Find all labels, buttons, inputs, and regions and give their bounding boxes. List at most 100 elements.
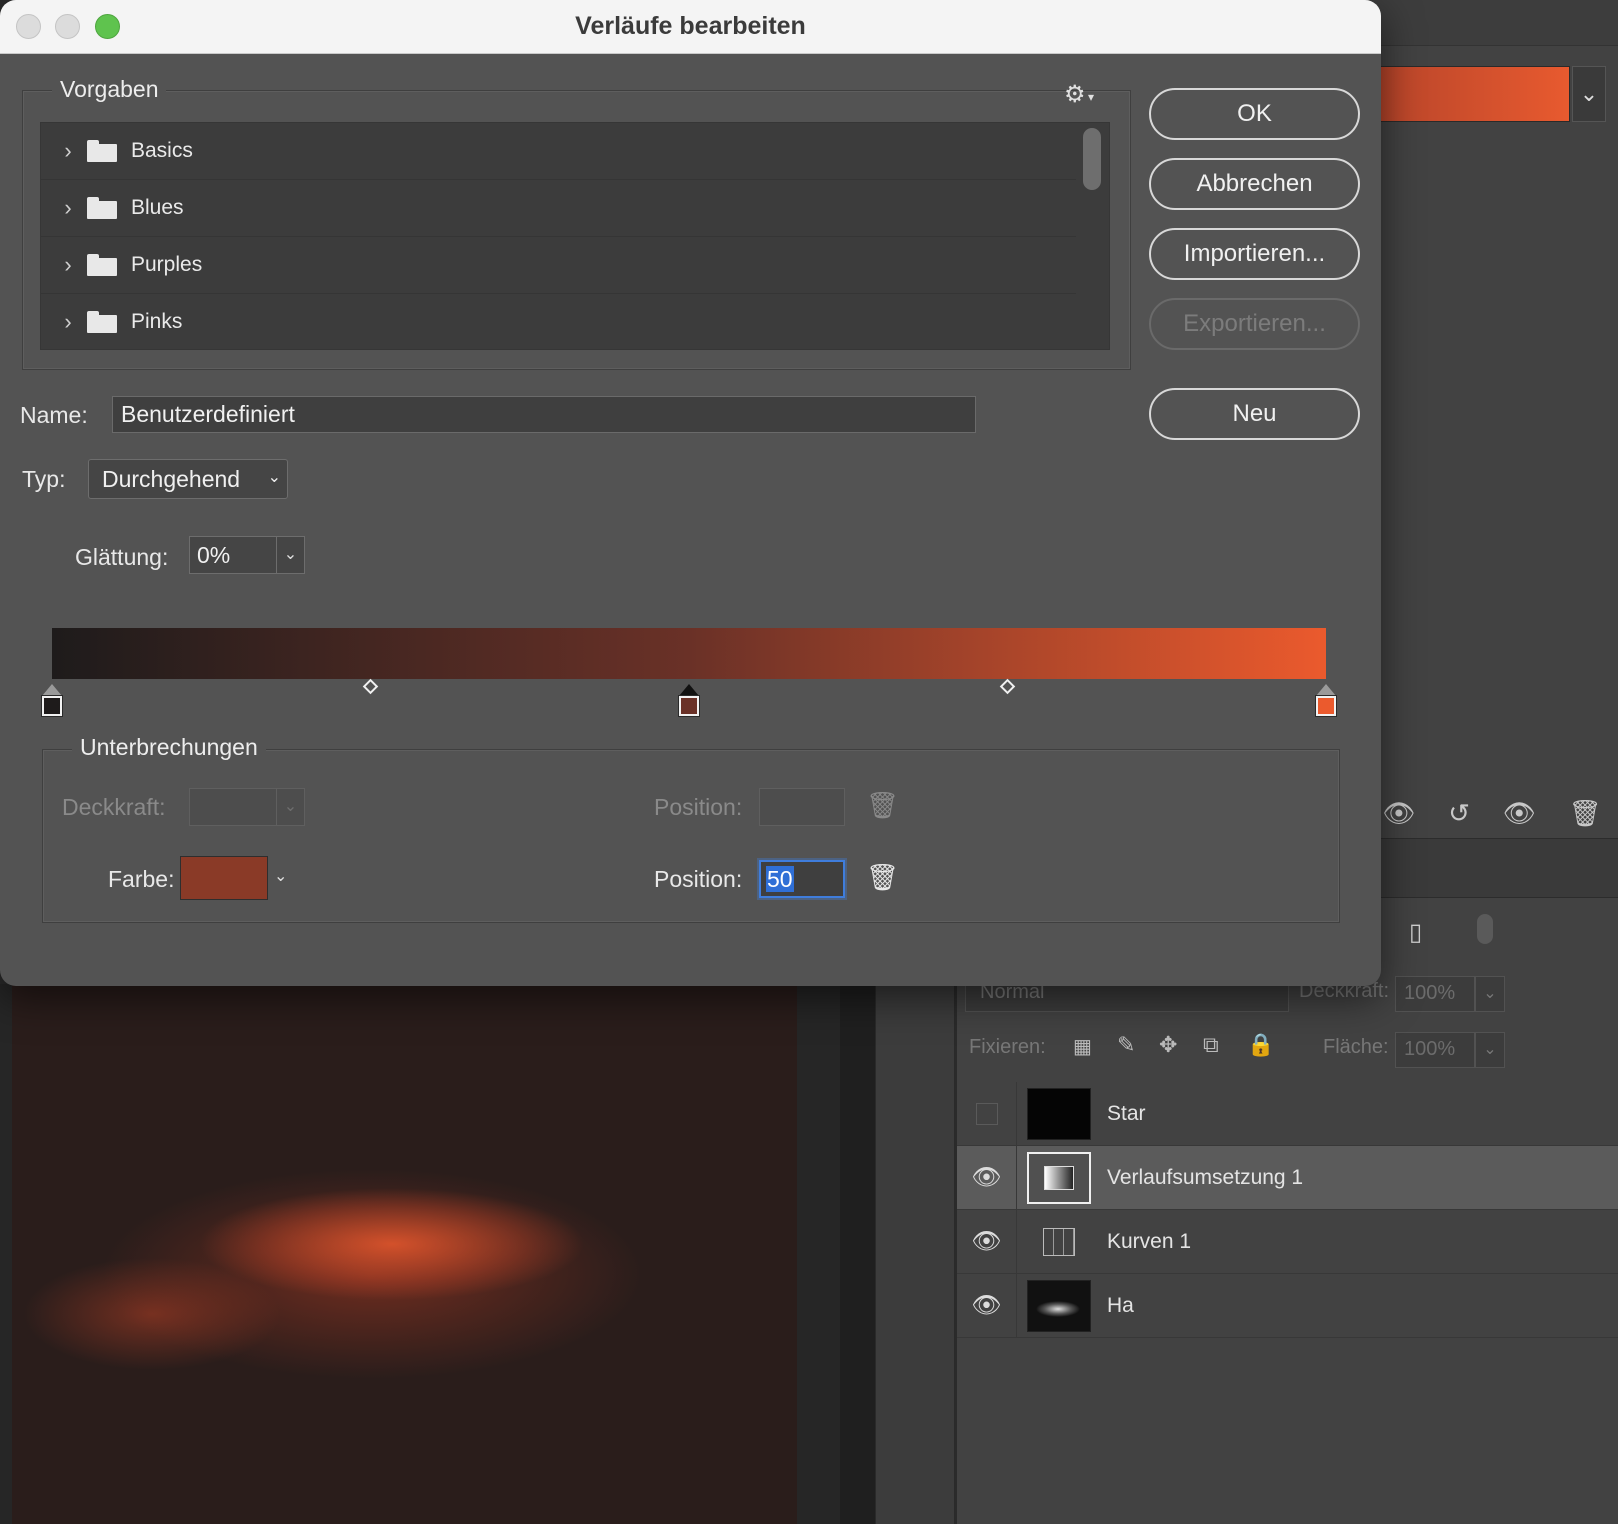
- preset-folder-label: Blues: [131, 196, 184, 219]
- color-position-label: Position:: [654, 866, 743, 892]
- name-label: Name:: [20, 402, 88, 428]
- stops-legend: Unterbrechungen: [72, 734, 266, 761]
- trash-icon[interactable]: 🗑: [866, 790, 899, 821]
- gradient-preview-bar[interactable]: [52, 628, 1326, 679]
- lock-move-icon[interactable]: ✥: [1159, 1032, 1177, 1058]
- layer-thumbnail: [1027, 1151, 1091, 1204]
- opacity-input[interactable]: [189, 788, 277, 826]
- smoothness-input[interactable]: 0%: [189, 536, 277, 574]
- gear-icon[interactable]: ⚙: [1064, 80, 1086, 109]
- visibility-icon[interactable]: 👁: [1503, 798, 1536, 829]
- chevron-right-icon[interactable]: ›: [41, 138, 85, 164]
- layer-row[interactable]: 👁 Ha: [957, 1273, 1618, 1338]
- export-button[interactable]: Exportieren...: [1149, 298, 1360, 350]
- preset-folder-purples[interactable]: › Purples: [41, 237, 1077, 294]
- color-position-value: 50: [766, 866, 794, 892]
- color-stop-pointer: [1316, 684, 1336, 696]
- chevron-down-icon[interactable]: ⌄: [274, 866, 287, 886]
- reset-icon[interactable]: ↺: [1448, 798, 1470, 829]
- visibility-toggle-empty[interactable]: [957, 1081, 1017, 1146]
- lock-all-icon[interactable]: 🔒: [1247, 1032, 1274, 1058]
- gradient-map-preview[interactable]: [1370, 66, 1570, 122]
- new-button[interactable]: Neu: [1149, 388, 1360, 440]
- preset-list[interactable]: › Basics › Blues › Purples › Pinks: [40, 122, 1110, 350]
- preset-folder-label: Purples: [131, 253, 203, 276]
- fill-dropdown[interactable]: ⌄: [1475, 1032, 1505, 1068]
- layer-thumbnail: [1027, 1279, 1091, 1332]
- layer-name: Verlaufsumsetzung 1: [1107, 1165, 1304, 1189]
- folder-icon: [87, 254, 117, 276]
- document-icon[interactable]: ▯: [1409, 918, 1422, 947]
- folder-icon: [87, 140, 117, 162]
- curves-icon: [1043, 1227, 1075, 1256]
- eye-icon[interactable]: 👁: [957, 1145, 1017, 1210]
- preset-folder-label: Pinks: [131, 310, 183, 333]
- folder-icon: [87, 197, 117, 219]
- chevron-right-icon[interactable]: ›: [41, 309, 85, 335]
- fill-input[interactable]: 100%: [1395, 1032, 1475, 1068]
- layer-row[interactable]: Star: [957, 1081, 1618, 1146]
- name-input[interactable]: [112, 396, 976, 433]
- color-stop[interactable]: [1314, 684, 1338, 720]
- trash-icon[interactable]: 🗑: [1569, 798, 1602, 829]
- preset-folder-basics[interactable]: › Basics: [41, 123, 1077, 180]
- opacity-position-label: Position:: [654, 794, 743, 820]
- gradient-map-icon: [1044, 1165, 1074, 1190]
- chevron-right-icon[interactable]: ›: [41, 195, 85, 221]
- chevron-right-icon[interactable]: ›: [41, 252, 85, 278]
- panel-dock: [875, 984, 955, 1524]
- layer-thumbnail: [1027, 1087, 1091, 1140]
- clip-to-layer-icon[interactable]: 👁: [1382, 798, 1415, 829]
- presets-legend: Vorgaben: [52, 76, 167, 103]
- type-value: Durchgehend: [102, 465, 241, 492]
- color-stop-pointer: [42, 684, 62, 696]
- trash-icon[interactable]: 🗑: [866, 862, 899, 893]
- color-swatch[interactable]: [180, 856, 268, 900]
- nebula-image: [12, 984, 797, 1524]
- preset-folder-pinks[interactable]: › Pinks: [41, 294, 1077, 349]
- opacity-input[interactable]: 100%: [1395, 976, 1475, 1012]
- layer-row[interactable]: 👁 Kurven 1: [957, 1209, 1618, 1274]
- filter-toggle-icon[interactable]: [1477, 914, 1493, 944]
- canvas-scrollbar[interactable]: [840, 984, 876, 1524]
- eye-icon[interactable]: 👁: [957, 1273, 1017, 1338]
- title-bar: Verläufe bearbeiten: [0, 0, 1381, 54]
- fill-label: Fläche:: [1323, 1036, 1389, 1058]
- lock-artboard-icon[interactable]: ⧉: [1203, 1032, 1219, 1058]
- layer-thumbnail: [1027, 1216, 1091, 1268]
- type-label: Typ:: [22, 466, 66, 492]
- color-stop[interactable]: [677, 684, 701, 720]
- color-stop-swatch: [41, 695, 63, 717]
- smoothness-dropdown[interactable]: ⌄: [276, 536, 305, 574]
- chevron-down-icon: ⌄: [267, 469, 281, 486]
- layer-name: Ha: [1107, 1293, 1134, 1317]
- lock-transparent-icon[interactable]: ▦: [1073, 1034, 1092, 1059]
- opacity-dropdown[interactable]: ⌄: [1475, 976, 1505, 1012]
- opacity-label: Deckkraft:: [62, 794, 166, 820]
- lock-brush-icon[interactable]: ✎: [1117, 1032, 1135, 1058]
- opacity-position-input[interactable]: [759, 788, 845, 826]
- color-stop-swatch: [678, 695, 700, 717]
- ok-button[interactable]: OK: [1149, 88, 1360, 140]
- midpoint-marker[interactable]: [362, 678, 378, 695]
- preset-folder-label: Basics: [131, 139, 193, 162]
- preset-folder-blues[interactable]: › Blues: [41, 180, 1077, 237]
- import-button[interactable]: Importieren...: [1149, 228, 1360, 280]
- color-stop[interactable]: [40, 684, 64, 720]
- type-select[interactable]: Durchgehend ⌄: [88, 459, 288, 499]
- color-label: Farbe:: [108, 866, 175, 892]
- layer-name: Star: [1107, 1101, 1146, 1125]
- opacity-dropdown[interactable]: ⌄: [276, 788, 305, 826]
- cancel-button[interactable]: Abbrechen: [1149, 158, 1360, 210]
- eye-icon[interactable]: 👁: [957, 1209, 1017, 1274]
- layer-name: Kurven 1: [1107, 1229, 1192, 1253]
- lock-label: Fixieren:: [969, 1036, 1046, 1058]
- chevron-down-icon[interactable]: ▾: [1088, 90, 1094, 104]
- color-stop-swatch: [1315, 695, 1337, 717]
- layer-row[interactable]: 👁 Verlaufsumsetzung 1: [957, 1145, 1618, 1210]
- color-position-input[interactable]: 50: [759, 860, 845, 898]
- preset-scrollbar-thumb[interactable]: [1083, 128, 1101, 190]
- midpoint-marker[interactable]: [999, 678, 1015, 695]
- folder-icon: [87, 311, 117, 333]
- gradient-map-dropdown[interactable]: ⌄: [1572, 66, 1606, 122]
